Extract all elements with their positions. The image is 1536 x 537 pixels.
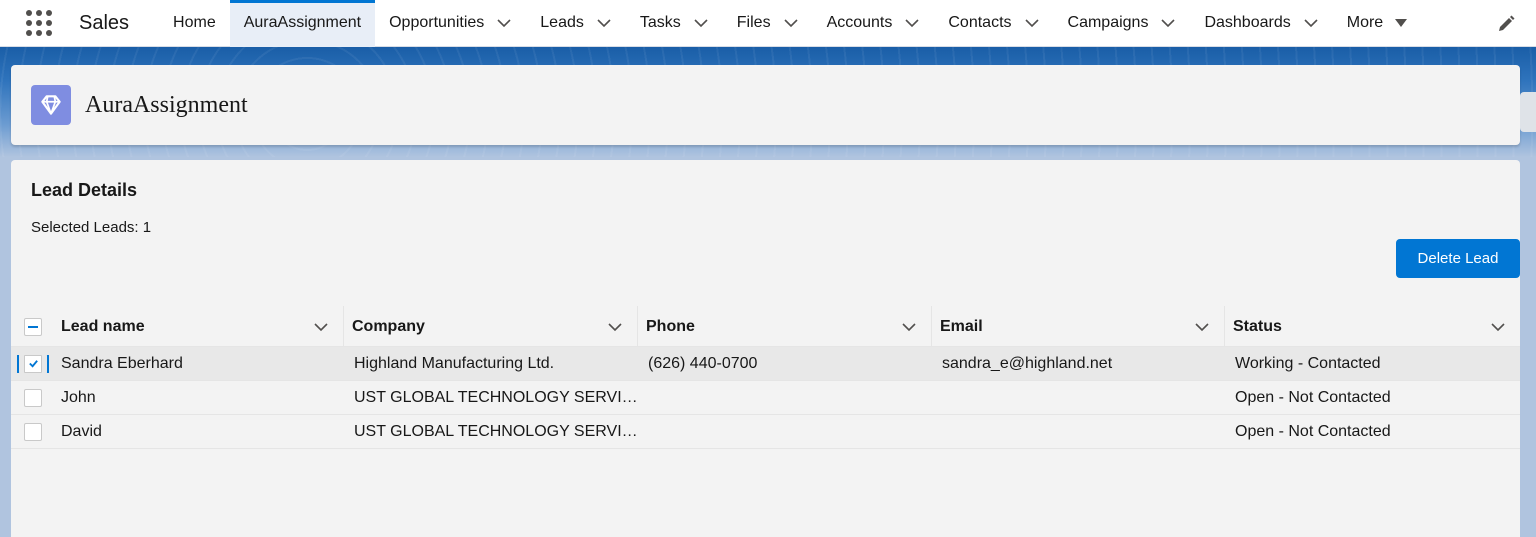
row-checkbox[interactable] <box>24 388 42 407</box>
chevron-down-icon[interactable] <box>783 15 799 31</box>
nav-item-label: Opportunities <box>389 14 485 31</box>
nav-item-more[interactable]: More <box>1333 0 1421 47</box>
nav-item-label: More <box>1346 14 1384 31</box>
select-all-checkbox[interactable] <box>24 317 42 336</box>
nav-item-leads[interactable]: Leads <box>526 0 626 47</box>
nav-item-label: Tasks <box>639 14 681 31</box>
row-checkbox[interactable] <box>17 354 49 373</box>
delete-lead-button[interactable]: Delete Lead <box>1396 239 1520 278</box>
diamond-icon <box>31 85 71 125</box>
caret-down-icon[interactable] <box>1395 19 1408 27</box>
utility-panel-toggle[interactable] <box>1520 92 1536 132</box>
nav-item-opportunities[interactable]: Opportunities <box>375 0 526 47</box>
table-body: Sandra Eberhard Highland Manufacturing Lt… <box>11 347 1520 449</box>
top-nav-bar: Sales Home AuraAssignment Opportunities Lea… <box>0 0 1536 47</box>
nav-item-tasks[interactable]: Tasks <box>626 0 723 47</box>
cell-name: David <box>61 422 102 440</box>
chevron-down-icon[interactable] <box>496 15 512 31</box>
row-checkbox-cell <box>11 388 55 407</box>
app-launcher-icon[interactable] <box>25 9 53 37</box>
nav-item-label: Dashboards <box>1204 14 1291 31</box>
nav-items: Home AuraAssignment Opportunities Leads Task… <box>159 0 1421 47</box>
chevron-down-icon[interactable] <box>596 15 612 31</box>
row-checkbox[interactable] <box>24 422 42 441</box>
card-title: Lead Details <box>31 180 138 200</box>
nav-item-label: Contacts <box>948 14 1012 31</box>
lead-details-card: Lead Details Selected Leads: 1 Delete Le… <box>11 160 1520 537</box>
cell-name: John <box>61 388 96 406</box>
cell-status: Working - Contacted <box>1235 354 1381 372</box>
row-checkbox-cell <box>11 354 55 373</box>
chevron-down-icon[interactable] <box>1303 15 1319 31</box>
app-name: Sales <box>79 11 130 34</box>
chevron-down-icon[interactable] <box>1194 319 1210 335</box>
table-row[interactable]: Sandra Eberhard Highland Manufacturing Lt… <box>11 347 1520 381</box>
chevron-down-icon[interactable] <box>1490 319 1506 335</box>
chevron-down-icon[interactable] <box>607 319 623 335</box>
cell-status: Open - Not Contacted <box>1235 422 1391 440</box>
column-header-email[interactable]: Email <box>932 306 1225 347</box>
nav-item-home[interactable]: Home <box>159 0 230 47</box>
chevron-down-icon[interactable] <box>1024 15 1040 31</box>
nav-item-dashboards[interactable]: Dashboards <box>1190 0 1332 47</box>
cell-company: UST GLOBAL TECHNOLOGY SERVICES <box>354 422 638 440</box>
nav-item-label: Leads <box>540 14 584 31</box>
nav-item-label: AuraAssignment <box>243 14 362 31</box>
nav-item-label: Campaigns <box>1067 14 1149 31</box>
check-icon <box>28 360 38 368</box>
cell-email: sandra_e@highland.net <box>942 354 1113 372</box>
chevron-down-icon[interactable] <box>1160 15 1176 31</box>
nav-item-accounts[interactable]: Accounts <box>813 0 935 47</box>
cell-phone: (626) 440-0700 <box>648 354 758 372</box>
column-header-lead-name[interactable]: Lead name <box>55 306 344 347</box>
column-header-status[interactable]: Status <box>1225 306 1520 347</box>
pencil-icon[interactable] <box>1496 14 1516 34</box>
table-row[interactable]: John UST GLOBAL TECHNOLOGY SERVICES Open -… <box>11 381 1520 415</box>
nav-item-campaigns[interactable]: Campaigns <box>1054 0 1191 47</box>
table-row[interactable]: David UST GLOBAL TECHNOLOGY SERVICES Open … <box>11 415 1520 449</box>
nav-item-files[interactable]: Files <box>723 0 813 47</box>
leads-table: Lead name Company Phone Email Status San… <box>11 306 1520 449</box>
chevron-down-icon[interactable] <box>693 15 709 31</box>
nav-item-label: Accounts <box>826 14 893 31</box>
cell-company: UST GLOBAL TECHNOLOGY SERVICES <box>354 388 638 406</box>
table-header: Lead name Company Phone Email Status <box>11 306 1520 347</box>
row-checkbox-cell <box>11 422 55 441</box>
page-title: AuraAssignment <box>85 91 248 118</box>
chevron-down-icon[interactable] <box>313 319 329 335</box>
selected-leads-count: Selected Leads: 1 <box>31 219 152 236</box>
page-header: AuraAssignment <box>11 65 1520 145</box>
nav-item-label: Files <box>736 14 771 31</box>
nav-item-label: Home <box>173 14 216 31</box>
cell-status: Open - Not Contacted <box>1235 388 1391 406</box>
select-all-cell <box>11 306 55 347</box>
cell-name: Sandra Eberhard <box>61 354 183 372</box>
chevron-down-icon[interactable] <box>901 319 917 335</box>
column-header-phone[interactable]: Phone <box>638 306 932 347</box>
cell-company: Highland Manufacturing Ltd. <box>354 354 555 372</box>
nav-item-contacts[interactable]: Contacts <box>934 0 1053 47</box>
nav-item-auraassignment[interactable]: AuraAssignment <box>229 0 376 47</box>
column-header-company[interactable]: Company <box>344 306 638 347</box>
chevron-down-icon[interactable] <box>904 15 920 31</box>
